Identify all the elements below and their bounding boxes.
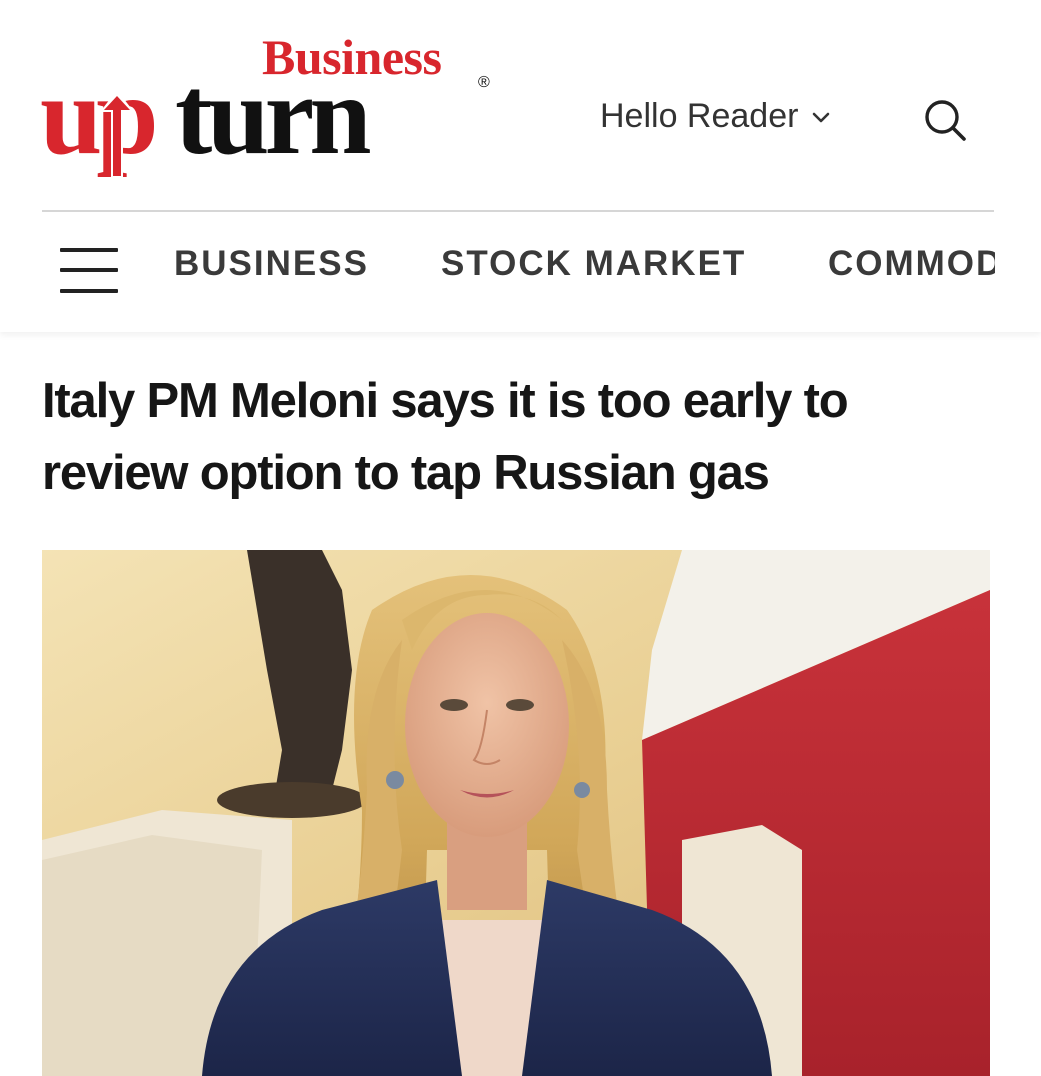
header-divider xyxy=(42,210,994,212)
hamburger-menu-icon[interactable] xyxy=(60,246,118,296)
logo-turn-text: turn xyxy=(175,54,372,178)
article-photo[interactable] xyxy=(42,550,990,1076)
site-header: Business up turn ® Hello Reader BUSINESS… xyxy=(0,0,1041,332)
article-photo-image xyxy=(42,550,990,1076)
search-icon[interactable] xyxy=(920,96,970,144)
nav-item-business[interactable]: BUSINESS xyxy=(174,244,369,284)
logo-arrow-icon xyxy=(100,90,134,180)
logo-up-text: up xyxy=(40,54,159,178)
nav-item-stock-market[interactable]: STOCK MARKET xyxy=(441,244,746,284)
registered-mark: ® xyxy=(478,74,490,91)
site-logo[interactable]: Business up turn ® xyxy=(40,30,500,180)
article-headline: Italy PM Meloni says it is too early to … xyxy=(42,374,849,500)
nav-clip: COMMODITIES xyxy=(828,244,995,286)
user-greeting-dropdown[interactable]: Hello Reader xyxy=(600,97,832,136)
nav-item-commodities[interactable]: COMMODITIES xyxy=(828,244,995,284)
chevron-down-icon xyxy=(813,112,830,122)
greeting-label: Hello Reader xyxy=(600,97,799,135)
page: Business up turn ® Hello Reader BUSINESS… xyxy=(0,0,1041,1076)
